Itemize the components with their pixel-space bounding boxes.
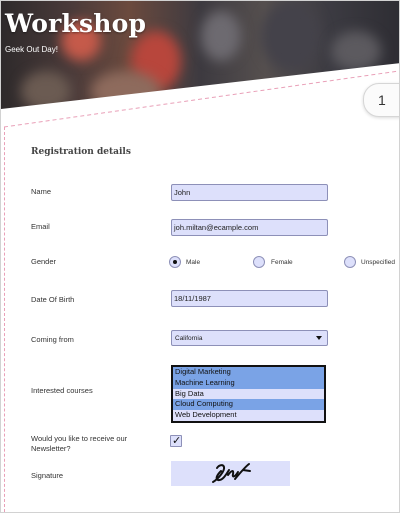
gender-female-radio[interactable] — [253, 256, 265, 268]
name-label: Name — [31, 187, 52, 196]
newsletter-label: Would you like to receive our Newsletter… — [31, 434, 128, 453]
dob-field[interactable]: 18/11/1987 — [171, 290, 328, 307]
gender-unspecified-radio[interactable] — [344, 256, 356, 268]
section-title: Registration details — [31, 147, 131, 157]
courses-listbox[interactable]: Digital Marketing Machine Learning Big D… — [171, 365, 326, 423]
signature-drawing — [212, 463, 251, 483]
email-label: Email — [31, 222, 50, 231]
page-number-tab[interactable]: 1 — [363, 83, 399, 117]
name-field[interactable]: John — [171, 184, 328, 201]
signature-pad[interactable] — [171, 461, 290, 486]
registration-form-page: Workshop Geek Out Day! 1 Registration de… — [0, 0, 400, 513]
dob-label: Date Of Birth — [31, 295, 75, 304]
checkmark-icon: ✓ — [172, 435, 182, 447]
course-option[interactable]: Web Development — [173, 410, 324, 421]
page-title: Workshop — [5, 9, 147, 38]
coming-from-value: California — [175, 335, 203, 342]
coming-from-label: Coming from — [31, 335, 74, 344]
dashed-border-left — [4, 127, 5, 512]
course-option[interactable]: Machine Learning — [173, 377, 324, 389]
newsletter-checkbox[interactable]: ✓ — [170, 435, 182, 447]
gender-male-radio[interactable] — [169, 256, 181, 268]
email-field[interactable]: joh.miltan@ecample.com — [171, 219, 328, 236]
course-option[interactable]: Cloud Computing — [173, 399, 324, 411]
course-option[interactable]: Big Data — [173, 389, 324, 400]
coming-from-select[interactable]: California — [171, 330, 328, 346]
signature-label: Signature — [31, 471, 64, 480]
page-number: 1 — [378, 92, 386, 108]
course-option[interactable]: Digital Marketing — [173, 367, 324, 378]
gender-label: Gender — [31, 257, 57, 266]
courses-label: Interested courses — [31, 386, 93, 395]
gender-unspecified-label: Unspecified — [361, 259, 395, 266]
gender-female-label: Female — [271, 259, 293, 266]
page-subtitle: Geek Out Day! — [5, 45, 58, 54]
chevron-down-icon — [316, 336, 322, 340]
gender-male-label: Male — [186, 259, 201, 266]
